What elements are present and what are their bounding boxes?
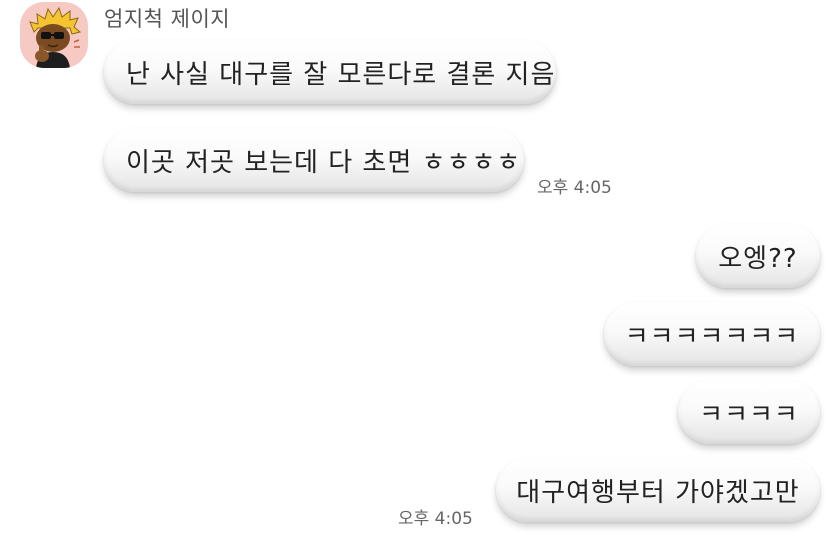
message-bubble-sent[interactable]: 대구여행부터 가야겠고만 [496, 458, 820, 522]
message-bubble-received[interactable]: 난 사실 대구를 잘 모른다로 결론 지음 [104, 40, 556, 104]
message-text: 오엥?? [718, 243, 798, 274]
sender-name: 엄지척 제이지 [104, 7, 231, 31]
message-bubble-sent[interactable]: ㅋㅋㅋㅋ [678, 380, 820, 444]
sender-avatar[interactable] [20, 2, 88, 68]
message-text: 대구여행부터 가야겠고만 [516, 477, 800, 508]
message-timestamp: 오후 4:05 [537, 178, 612, 198]
message-text: 난 사실 대구를 잘 모른다로 결론 지음 [126, 59, 556, 90]
message-text: ㅋㅋㅋㅋ [699, 399, 799, 430]
message-bubble-received[interactable]: 이곳 저곳 보는데 다 초면 ㅎㅎㅎㅎ [104, 128, 524, 192]
message-bubble-sent[interactable]: 오엥?? [696, 224, 820, 288]
message-text: ㅋㅋㅋㅋㅋㅋㅋ [624, 321, 800, 352]
message-timestamp: 오후 4:05 [398, 509, 473, 529]
message-text: 이곳 저곳 보는데 다 초면 ㅎㅎㅎㅎ [126, 147, 522, 178]
message-bubble-sent[interactable]: ㅋㅋㅋㅋㅋㅋㅋ [604, 302, 820, 366]
character-avatar-icon [29, 6, 82, 68]
